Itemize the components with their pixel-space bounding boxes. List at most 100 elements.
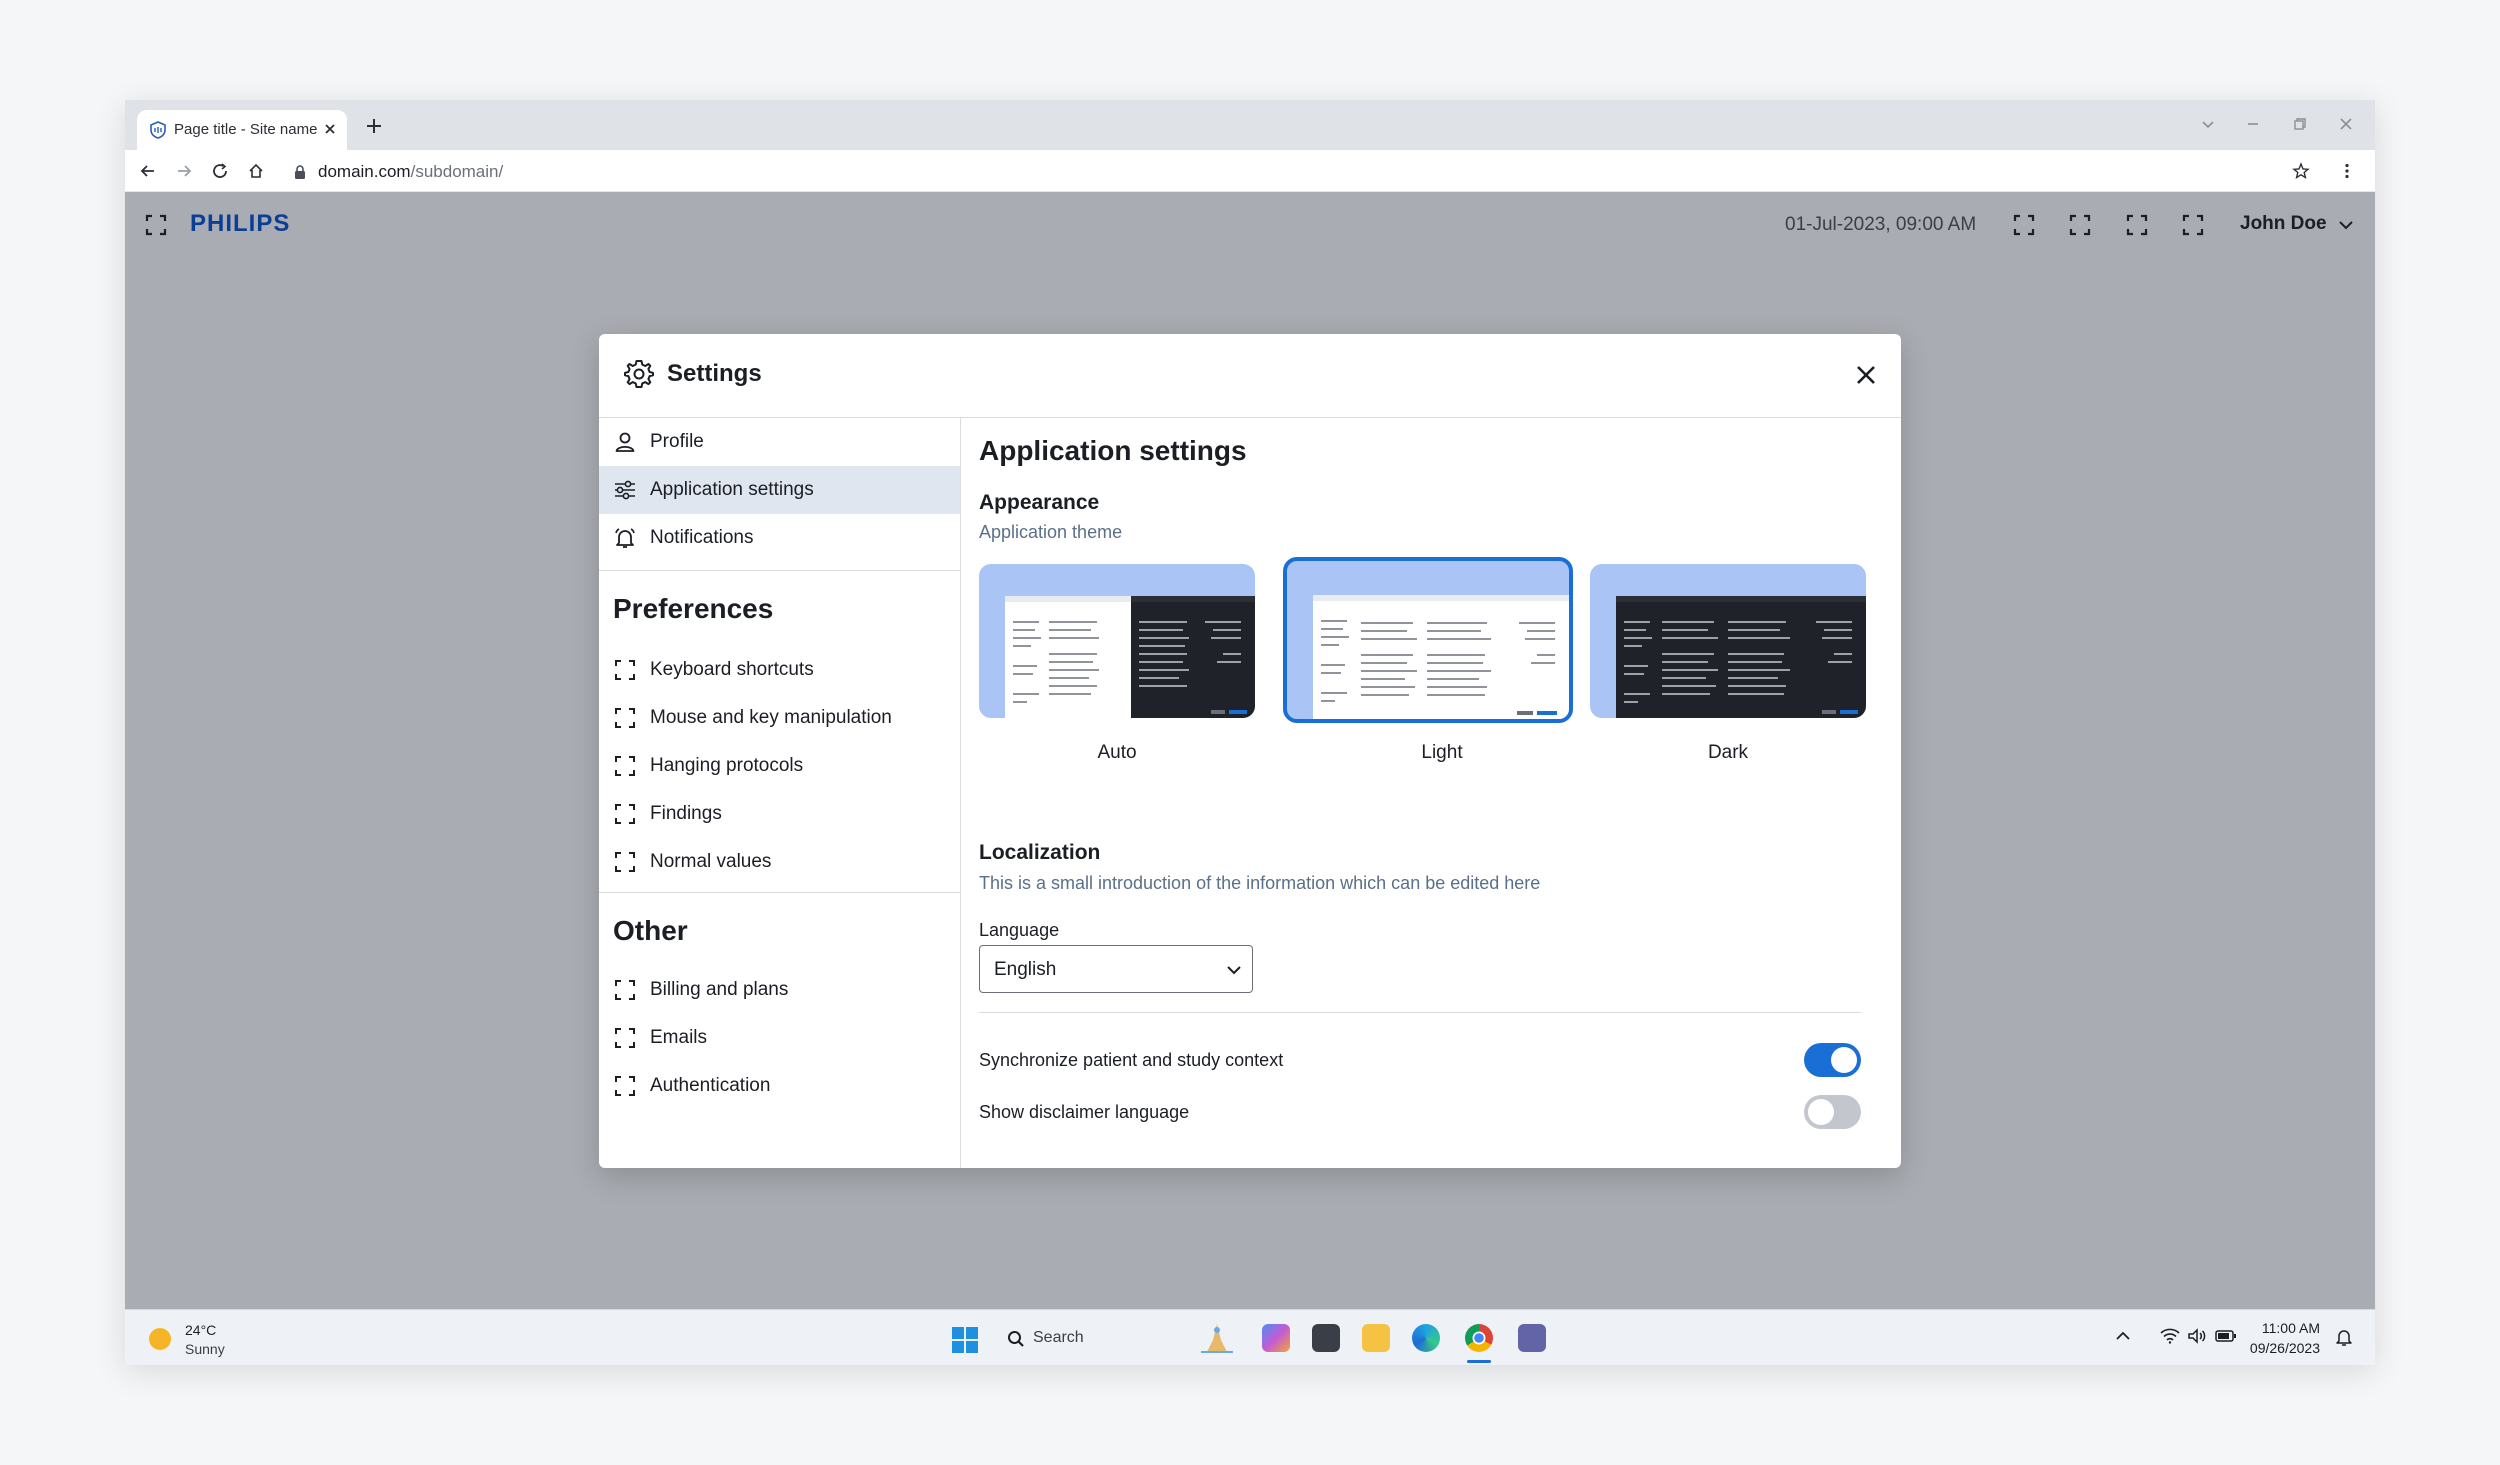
url-domain: domain.com xyxy=(318,162,411,181)
bookmark-star-icon[interactable] xyxy=(2292,162,2310,180)
placeholder-frame-icon xyxy=(613,706,637,730)
nav-item-emails[interactable]: Emails xyxy=(599,1014,960,1062)
nav-item-label: Hanging protocols xyxy=(650,755,804,776)
sun-icon[interactable] xyxy=(149,1328,171,1350)
nav-item-label: Authentication xyxy=(650,1075,771,1096)
window-close-icon[interactable] xyxy=(2338,116,2354,132)
user-menu-button[interactable]: John Doe xyxy=(2240,213,2327,235)
header-action-4-icon[interactable] xyxy=(2182,214,2204,236)
notification-bell-icon[interactable] xyxy=(2335,1327,2353,1347)
chevron-up-icon[interactable] xyxy=(2115,1330,2131,1342)
toggle-knob xyxy=(1808,1099,1834,1125)
browser-tab-title: Page title - Site name xyxy=(174,121,318,138)
nav-item-label: Normal values xyxy=(650,851,772,872)
placeholder-frame-icon xyxy=(613,978,637,1002)
file-explorer-icon[interactable] xyxy=(1362,1324,1390,1352)
taskbar-search-placeholder: Search xyxy=(1033,1329,1084,1346)
nav-item-authentication[interactable]: Authentication xyxy=(599,1062,960,1110)
more-menu-icon[interactable] xyxy=(2338,162,2356,180)
nav-item-keyboard-shortcuts[interactable]: Keyboard shortcuts xyxy=(599,646,960,694)
sliders-icon xyxy=(613,478,637,502)
back-arrow-icon[interactable] xyxy=(139,162,157,180)
forward-arrow-icon[interactable] xyxy=(175,162,193,180)
theme-thumbnail-auto xyxy=(979,564,1255,718)
new-tab-icon[interactable] xyxy=(365,117,383,135)
lock-icon[interactable] xyxy=(293,164,307,180)
nav-item-notifications[interactable]: Notifications xyxy=(599,514,960,562)
os-taskbar: 24°C Sunny Search 11:00 AM 09/26/2023 xyxy=(125,1309,2375,1365)
theme-label-light: Light xyxy=(1421,742,1463,763)
settings-content: Application settings Appearance Applicat… xyxy=(979,418,1879,1168)
terminal-app-icon[interactable] xyxy=(1312,1324,1340,1352)
nav-item-label: Billing and plans xyxy=(650,979,789,1000)
close-tab-icon[interactable] xyxy=(323,122,337,136)
theme-thumbnail-dark xyxy=(1590,564,1866,718)
placeholder-frame-icon xyxy=(613,754,637,778)
nav-item-normal-values[interactable]: Normal values xyxy=(599,838,960,886)
weather-condition[interactable]: Sunny xyxy=(185,1341,225,1357)
nav-heading-other: Other xyxy=(613,915,688,946)
placeholder-frame-icon xyxy=(613,1026,637,1050)
toggle-knob xyxy=(1831,1047,1857,1073)
header-action-1-icon[interactable] xyxy=(2013,214,2035,236)
appearance-subtitle: Application theme xyxy=(979,522,1123,542)
nav-item-label: Application settings xyxy=(650,479,814,500)
disclaimer-toggle[interactable] xyxy=(1804,1095,1861,1129)
restore-icon[interactable] xyxy=(2292,116,2308,132)
volume-icon[interactable] xyxy=(2187,1328,2207,1344)
clock-date[interactable]: 09/26/2023 xyxy=(2230,1340,2320,1356)
home-icon[interactable] xyxy=(247,162,265,180)
nav-item-billing-and-plans[interactable]: Billing and plans xyxy=(599,966,960,1014)
chevron-down-icon[interactable] xyxy=(2338,219,2354,231)
content-title: Application settings xyxy=(979,435,1247,466)
clock-time[interactable]: 11:00 AM xyxy=(2230,1320,2320,1336)
url-path: /subdomain/ xyxy=(410,162,504,181)
windows-start-icon[interactable] xyxy=(951,1326,979,1354)
philips-logo[interactable]: PHILIPS xyxy=(190,210,290,238)
header-action-2-icon[interactable] xyxy=(2069,214,2091,236)
chrome-browser-icon[interactable] xyxy=(1465,1324,1493,1352)
language-select[interactable]: English xyxy=(979,945,1253,993)
placeholder-frame-icon xyxy=(613,802,637,826)
gear-icon xyxy=(623,358,655,390)
wifi-icon[interactable] xyxy=(2160,1328,2180,1344)
localization-title: Localization xyxy=(979,841,1101,864)
browser-tab[interactable]: Page title - Site name xyxy=(137,110,347,150)
theme-thumbnail-light xyxy=(1283,557,1573,723)
edge-browser-icon[interactable] xyxy=(1412,1324,1440,1352)
close-dialog-icon[interactable] xyxy=(1855,364,1877,386)
nav-item-findings[interactable]: Findings xyxy=(599,790,960,838)
settings-dialog-header: Settings xyxy=(599,334,1901,418)
browser-toolbar: domain.com/subdomain/ xyxy=(125,150,2375,192)
settings-dialog: Settings Profile Application settings No… xyxy=(599,334,1901,1168)
minimize-icon[interactable] xyxy=(2245,116,2261,132)
taskbar-search[interactable]: Search xyxy=(997,1320,1207,1356)
weather-temperature[interactable]: 24°C xyxy=(185,1322,216,1338)
nav-item-mouse-and-key-manipulation[interactable]: Mouse and key manipulation xyxy=(599,694,960,742)
nav-item-profile[interactable]: Profile xyxy=(599,418,960,466)
nav-item-hanging-protocols[interactable]: Hanging protocols xyxy=(599,742,960,790)
copilot-icon[interactable] xyxy=(1262,1324,1290,1352)
shield-favicon-icon xyxy=(149,121,167,139)
header-action-3-icon[interactable] xyxy=(2126,214,2148,236)
search-highlight-icon[interactable] xyxy=(1197,1320,1233,1353)
sync-context-toggle[interactable] xyxy=(1804,1043,1861,1077)
header-datetime: 01-Jul-2023, 09:00 AM xyxy=(1785,214,1977,235)
address-bar[interactable]: domain.com/subdomain/ xyxy=(318,162,503,182)
toggle-label: Show disclaimer language xyxy=(979,1102,1190,1122)
nav-item-label: Notifications xyxy=(650,527,754,548)
tab-search-chevron-icon[interactable] xyxy=(2200,116,2216,132)
nav-item-label: Keyboard shortcuts xyxy=(650,659,814,680)
settings-side-nav: Profile Application settings Notificatio… xyxy=(599,418,961,1168)
nav-item-application-settings[interactable]: Application settings xyxy=(599,466,960,514)
reload-icon[interactable] xyxy=(211,162,229,180)
menu-expand-icon[interactable] xyxy=(145,214,167,236)
nav-heading-preferences: Preferences xyxy=(613,593,774,624)
placeholder-frame-icon xyxy=(613,850,637,874)
language-select-value: English xyxy=(994,959,1057,980)
placeholder-frame-icon xyxy=(613,1074,637,1098)
content-divider xyxy=(979,1012,1861,1013)
nav-item-label: Findings xyxy=(650,803,722,824)
teams-icon[interactable] xyxy=(1518,1324,1546,1352)
placeholder-frame-icon xyxy=(613,658,637,682)
